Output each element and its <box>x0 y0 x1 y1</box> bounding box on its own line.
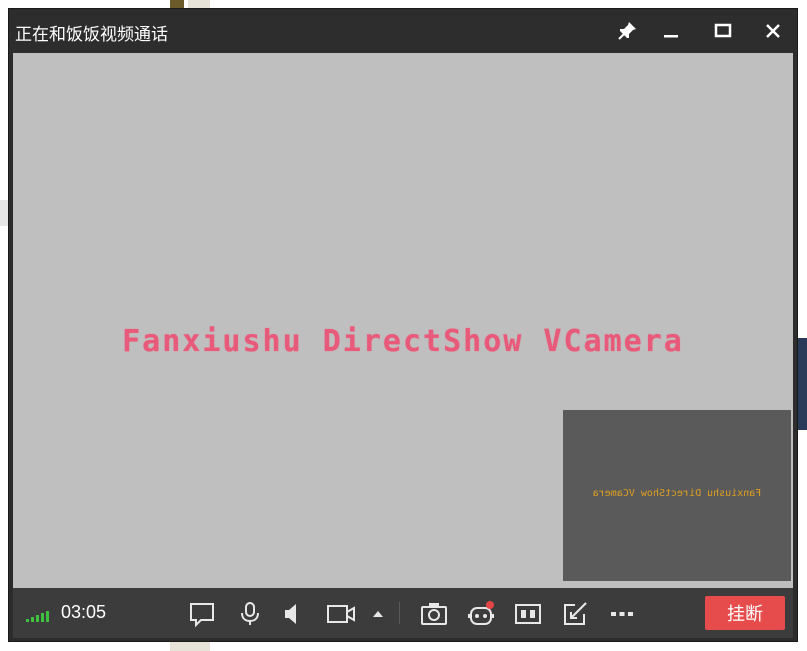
notification-badge <box>486 601 494 609</box>
chat-button[interactable] <box>186 598 218 630</box>
maximize-button[interactable] <box>707 15 739 47</box>
self-preview-video[interactable]: Fanxiushu DirectShow VCamera <box>563 410 791 581</box>
pin-icon <box>618 22 636 40</box>
more-icon <box>611 612 633 616</box>
close-icon <box>766 24 780 38</box>
layout-button[interactable] <box>512 598 544 630</box>
desktop-background <box>0 200 8 226</box>
speaker-icon <box>285 604 296 624</box>
microphone-button[interactable] <box>234 598 266 630</box>
title-bar[interactable]: 正在和饭饭视频通话 <box>9 9 797 53</box>
signal-strength-icon <box>26 608 54 622</box>
close-button[interactable] <box>757 15 789 47</box>
more-button[interactable] <box>606 598 638 630</box>
split-layout-icon <box>515 604 541 624</box>
desktop-background <box>797 338 807 430</box>
camera-options-button[interactable] <box>370 598 386 630</box>
self-preview-overlay-text: Fanxiushu DirectShow VCamera <box>592 488 762 499</box>
speaker-button[interactable] <box>277 598 309 630</box>
maximize-icon <box>714 23 732 38</box>
screenshot-button[interactable] <box>418 598 450 630</box>
microphone-icon <box>241 602 259 625</box>
hang-up-button[interactable]: 挂断 <box>705 596 785 630</box>
call-control-bar: 03:05 挂断 <box>13 588 793 638</box>
pin-button[interactable] <box>611 15 643 47</box>
call-duration: 03:05 <box>61 602 107 622</box>
video-call-window: 正在和饭饭视频通话 Fanxiushu DirectShow VCamera F… <box>8 8 798 642</box>
effects-button[interactable] <box>465 598 497 630</box>
share-button[interactable] <box>559 598 591 630</box>
minimize-button[interactable] <box>655 15 687 47</box>
edit-share-icon <box>564 602 587 625</box>
chat-bubble-icon <box>190 603 214 628</box>
control-divider <box>399 602 400 624</box>
window-title: 正在和饭饭视频通话 <box>15 25 168 45</box>
caret-up-icon <box>373 611 383 617</box>
remote-video-overlay-text: Fanxiushu DirectShow VCamera <box>122 324 684 359</box>
camera-icon <box>421 603 447 625</box>
remote-video[interactable]: Fanxiushu DirectShow VCamera Fanxiushu D… <box>13 53 793 588</box>
minimize-icon <box>664 35 678 38</box>
video-camera-icon <box>327 605 355 623</box>
camera-toggle-button[interactable] <box>325 598 357 630</box>
